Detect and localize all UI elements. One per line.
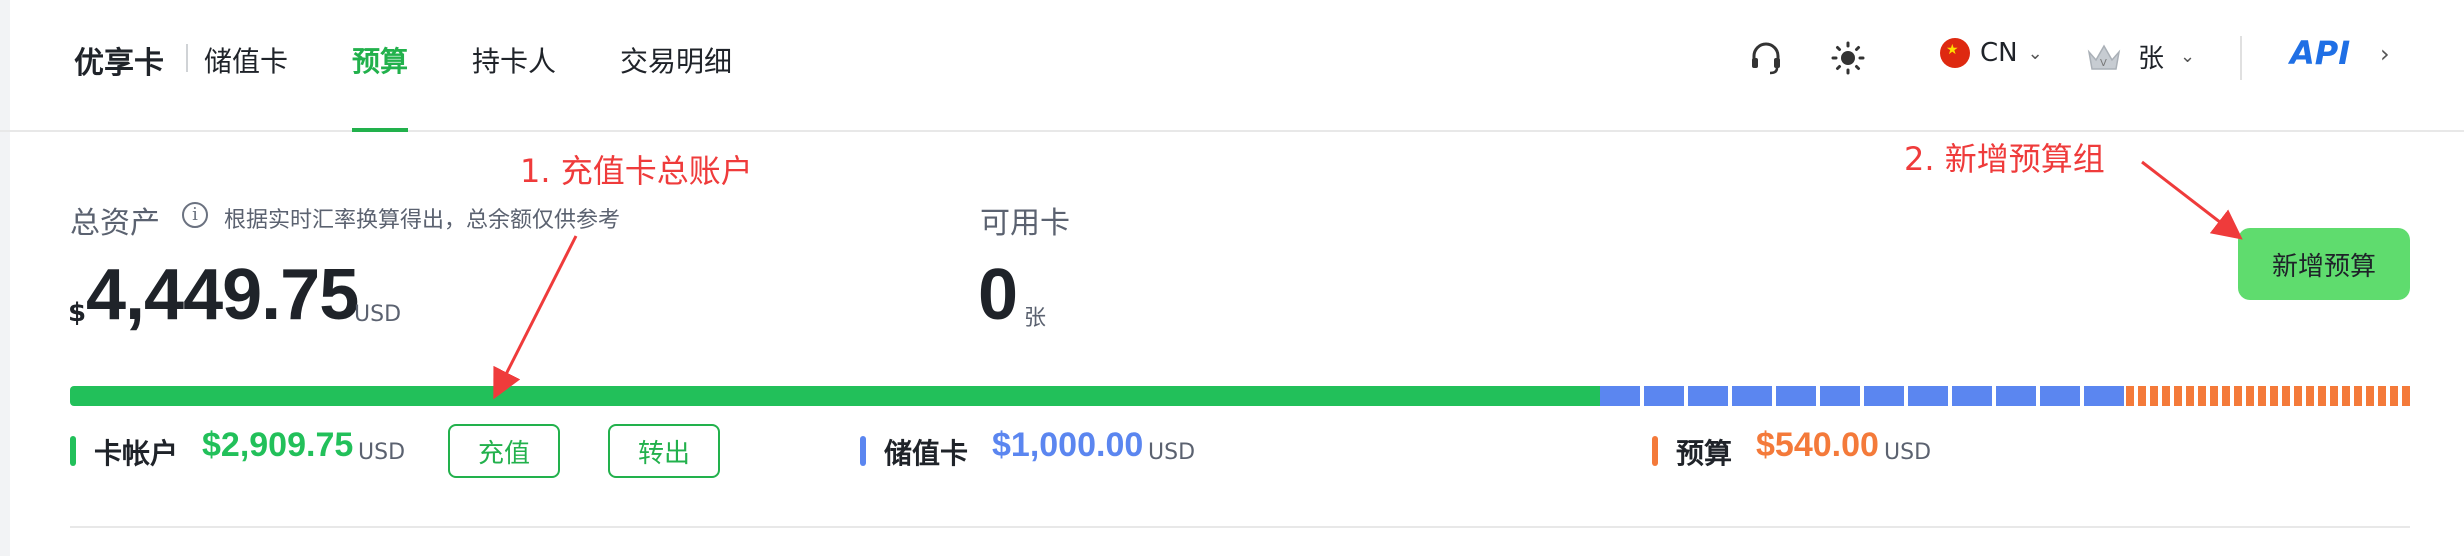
- annotation-1-arrow: [493, 235, 578, 400]
- annotation-2-arrow: [2141, 160, 2243, 240]
- annotation-arrows: [493, 160, 2243, 400]
